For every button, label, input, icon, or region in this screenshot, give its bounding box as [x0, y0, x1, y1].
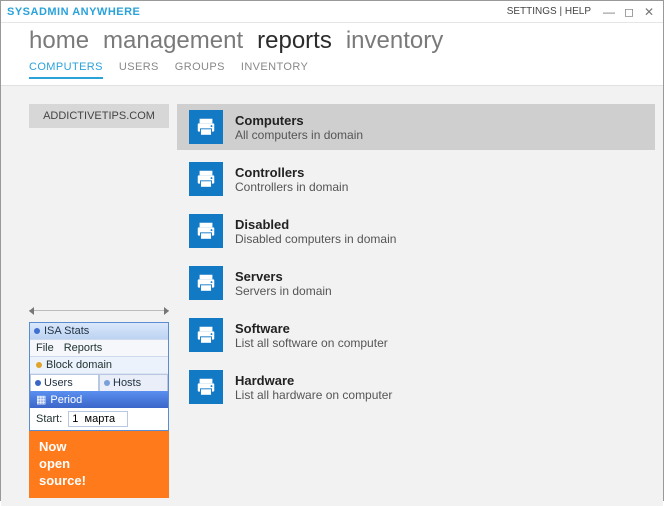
report-desc: Servers in domain [235, 284, 332, 298]
tab-computers[interactable]: COMPUTERS [29, 61, 103, 79]
winlet-tab-hosts[interactable]: Hosts [99, 374, 168, 391]
minimize-button[interactable]: — [601, 5, 617, 19]
report-row-disabled[interactable]: DisabledDisabled computers in domain [177, 208, 655, 254]
report-text: ControllersControllers in domain [235, 165, 348, 194]
winlet-start-input[interactable] [68, 411, 128, 427]
printer-icon [189, 370, 223, 404]
hosts-icon [104, 380, 110, 386]
report-text: ComputersAll computers in domain [235, 113, 363, 142]
report-desc: List all hardware on computer [235, 388, 392, 402]
nav-inventory[interactable]: inventory [346, 27, 443, 55]
winlet-tabs: Users Hosts [30, 374, 168, 391]
app-title: SYSADMIN ANYWHERE [7, 6, 140, 18]
report-row-hardware[interactable]: HardwareList all hardware on computer [177, 364, 655, 410]
block-icon [36, 362, 42, 368]
help-link[interactable]: HELP [565, 6, 591, 17]
settings-link[interactable]: SETTINGS [507, 6, 557, 17]
report-desc: All computers in domain [235, 128, 363, 142]
banner-line1: Now [39, 439, 159, 456]
title-bar: SYSADMIN ANYWHERE SETTINGS | HELP — ◻ ✕ [1, 1, 663, 23]
winlet-menu: File Reports [30, 339, 168, 357]
report-title: Disabled [235, 217, 396, 232]
reports-list: ComputersAll computers in domain Controll… [177, 104, 663, 506]
winlet-menu-file[interactable]: File [36, 342, 54, 354]
winlet-tab-hosts-label: Hosts [113, 377, 141, 389]
printer-icon [189, 162, 223, 196]
report-row-computers[interactable]: ComputersAll computers in domain [177, 104, 655, 150]
printer-icon [189, 214, 223, 248]
tab-groups[interactable]: GROUPS [175, 61, 225, 79]
sub-nav: COMPUTERS USERS GROUPS INVENTORY [1, 55, 663, 85]
report-row-controllers[interactable]: ControllersControllers in domain [177, 156, 655, 202]
app-icon [34, 328, 40, 334]
printer-icon [189, 318, 223, 352]
winlet-block-label: Block domain [46, 359, 112, 371]
tab-inventory[interactable]: INVENTORY [241, 61, 308, 79]
main-nav: home management reports inventory [1, 23, 663, 55]
report-row-servers[interactable]: ServersServers in domain [177, 260, 655, 306]
report-text: ServersServers in domain [235, 269, 332, 298]
nav-management[interactable]: management [103, 27, 243, 55]
nav-home[interactable]: home [29, 27, 89, 55]
winlet-block-domain[interactable]: Block domain [30, 357, 168, 374]
report-title: Software [235, 321, 388, 336]
report-title: Servers [235, 269, 332, 284]
winlet-start-label: Start: [36, 413, 62, 425]
title-links: SETTINGS | HELP [507, 6, 591, 17]
banner-line2: open [39, 456, 159, 473]
maximize-button[interactable]: ◻ [621, 5, 637, 19]
report-text: HardwareList all hardware on computer [235, 373, 392, 402]
winlet-title-text: ISA Stats [44, 325, 89, 337]
scroll-hint [29, 310, 169, 318]
report-title: Hardware [235, 373, 392, 388]
users-icon [35, 380, 41, 386]
winlet-period[interactable]: ▦ Period [30, 391, 168, 408]
report-text: SoftwareList all software on computer [235, 321, 388, 350]
report-desc: List all software on computer [235, 336, 388, 350]
promo-block: ISA Stats File Reports Block domain User… [29, 310, 169, 498]
winlet-tab-users-label: Users [44, 377, 73, 389]
banner-line3: source! [39, 473, 159, 490]
report-title: Computers [235, 113, 363, 128]
winlet-start-row: Start: [30, 408, 168, 430]
tab-users[interactable]: USERS [119, 61, 159, 79]
report-row-software[interactable]: SoftwareList all software on computer [177, 312, 655, 358]
winlet-period-label: Period [50, 394, 82, 406]
winlet-title: ISA Stats [30, 323, 168, 339]
report-text: DisabledDisabled computers in domain [235, 217, 396, 246]
content-area: ADDICTIVETIPS.COM ISA Stats File Reports… [1, 85, 663, 506]
winlet-tab-users[interactable]: Users [30, 374, 99, 391]
promo-winlet: ISA Stats File Reports Block domain User… [29, 322, 169, 431]
calendar-icon: ▦ [36, 393, 46, 406]
sidebar: ADDICTIVETIPS.COM ISA Stats File Reports… [1, 104, 177, 506]
nav-reports[interactable]: reports [257, 27, 332, 55]
report-desc: Controllers in domain [235, 180, 348, 194]
promo-banner[interactable]: Now open source! [29, 431, 169, 498]
printer-icon [189, 266, 223, 300]
close-button[interactable]: ✕ [641, 5, 657, 19]
report-desc: Disabled computers in domain [235, 232, 396, 246]
domain-tag[interactable]: ADDICTIVETIPS.COM [29, 104, 169, 128]
printer-icon [189, 110, 223, 144]
winlet-menu-reports[interactable]: Reports [64, 342, 103, 354]
report-title: Controllers [235, 165, 348, 180]
